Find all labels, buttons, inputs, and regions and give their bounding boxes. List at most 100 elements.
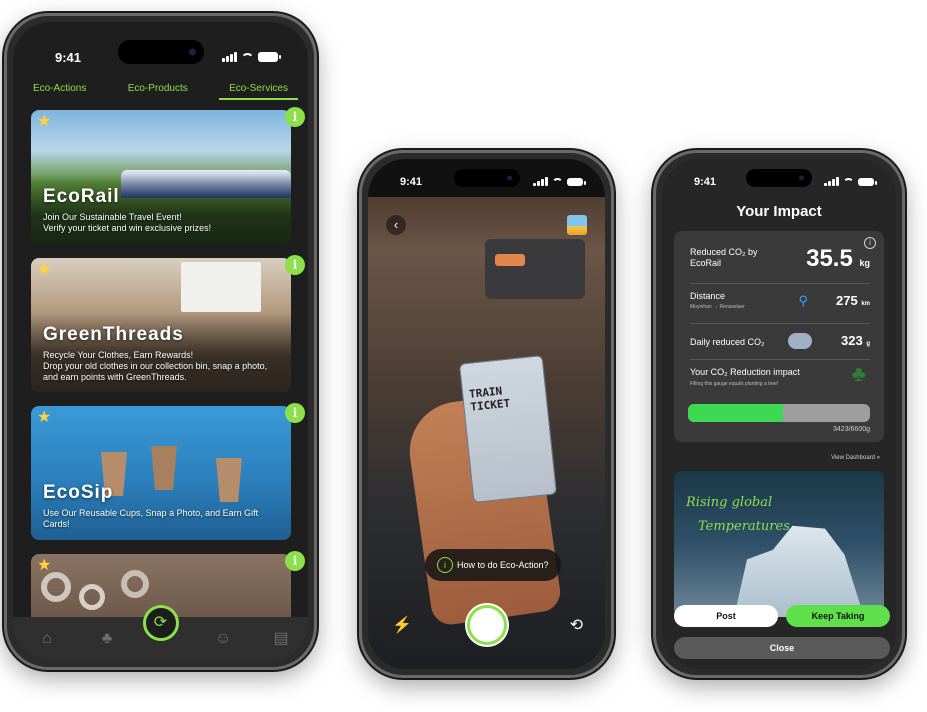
how-to-button[interactable]: i How to do Eco-Action? [425, 549, 561, 581]
card-title: EcoRail [43, 186, 120, 207]
screen: 9:41 Your Impact i Reduced CO₂ by EcoRai… [662, 159, 896, 669]
co2-cloud-icon [788, 333, 812, 349]
view-dashboard-link[interactable]: View Dashboard » [831, 455, 880, 461]
keep-taking-button[interactable]: Keep Taking [786, 605, 890, 627]
gauge-value: 3423/6600g [833, 426, 870, 433]
ticket-text: TRAIN TICKET [468, 384, 511, 414]
favorite-star-icon[interactable]: ★ [37, 558, 53, 574]
switch-camera-icon[interactable]: ⟲ [570, 615, 583, 635]
ring-image [41, 572, 71, 602]
signal-icon [824, 177, 839, 186]
status-icons [222, 52, 281, 62]
info-icon[interactable]: i [285, 255, 305, 275]
signal-icon [533, 177, 548, 186]
ring-image [79, 584, 105, 610]
phone-camera: 9:41 ‹ TRAIN TICKET i How to do Eco-Acti… [359, 150, 614, 678]
distance-unit: km [861, 301, 870, 307]
service-card-ecosip[interactable]: ★ EcoSip Use Our Reusable Cups, Snap a P… [31, 406, 291, 540]
home-icon[interactable]: ⌂ [37, 629, 57, 649]
daily-row: Daily reduced CO₂ 323 g [690, 331, 870, 353]
favorite-star-icon[interactable]: ★ [37, 410, 53, 426]
gallery-icon[interactable] [567, 215, 587, 235]
store-icon[interactable]: ▤ [271, 629, 291, 649]
divider [690, 283, 870, 284]
reduced-value: 35.5 [806, 245, 853, 272]
screen: 9:41 ‹ TRAIN TICKET i How to do Eco-Acti… [368, 159, 605, 669]
card-description: Use Our Reusable Cups, Snap a Photo, and… [43, 508, 259, 529]
climate-image: Rising global Temperatures [674, 471, 884, 617]
tab-eco-products[interactable]: Eco-Products [118, 80, 198, 100]
dynamic-island [746, 169, 812, 187]
tab-bar: Eco-Actions Eco-Products Eco-Services [23, 80, 298, 100]
tree-icon: ♣ [851, 361, 866, 386]
service-card-greenthreads[interactable]: ★ GreenThreads Recycle Your Clothes, Ear… [31, 258, 291, 392]
info-icon[interactable]: i [285, 551, 305, 571]
daily-unit: g [866, 341, 870, 347]
camera-dot [799, 175, 804, 181]
flash-icon[interactable]: ⚡ [392, 615, 412, 635]
phone-impact: 9:41 Your Impact i Reduced CO₂ by EcoRai… [653, 150, 905, 678]
phone-eco-services: 9:41 Eco-Actions Eco-Products Eco-Servic… [4, 13, 317, 670]
favorite-star-icon[interactable]: ★ [37, 262, 53, 278]
how-to-label: How to do Eco-Action? [457, 560, 549, 570]
close-button[interactable]: Close [674, 637, 890, 659]
distance-value: 275 [836, 293, 858, 308]
gauge-subtitle: Filling this gauge equals planting a tre… [690, 381, 779, 387]
map-pin-icon: ⚲ [798, 293, 808, 308]
station-sign [485, 239, 585, 299]
wifi-icon [241, 52, 254, 62]
gauge-label: Your CO₂ Reduction impact [690, 367, 800, 377]
train-ticket-image: TRAIN TICKET [458, 354, 558, 504]
bottom-nav: ⌂ ♣ ⟳ ☺ ▤ [13, 605, 308, 661]
reduced-label: Reduced CO₂ by EcoRail [690, 247, 758, 268]
recycle-icon[interactable]: ⟳ [142, 605, 179, 641]
divider [690, 323, 870, 324]
stage: 9:41 Eco-Actions Eco-Products Eco-Servic… [0, 0, 927, 712]
tab-eco-actions[interactable]: Eco-Actions [23, 80, 96, 100]
status-icons [824, 177, 877, 186]
status-time: 9:41 [400, 176, 423, 188]
info-icon: i [437, 557, 453, 573]
camera-dot [506, 175, 512, 181]
page-title: Your Impact [736, 203, 822, 220]
shutter-button[interactable] [466, 605, 507, 645]
reduced-row: Reduced CO₂ by EcoRail 35.5 kg [690, 245, 870, 277]
status-time: 9:41 [694, 176, 717, 188]
tab-eco-services[interactable]: Eco-Services [219, 80, 298, 100]
service-card-ecorail[interactable]: ★ EcoRail Join Our Sustainable Travel Ev… [31, 110, 291, 244]
signal-icon [222, 52, 237, 62]
cup-image [151, 446, 177, 490]
card-description: Join Our Sustainable Travel Event! Verif… [43, 212, 212, 233]
sign-light [495, 254, 525, 266]
image-caption-line1: Rising global [686, 495, 773, 510]
back-icon[interactable]: ‹ [386, 215, 406, 235]
ring-image [121, 570, 149, 598]
gauge-fill [688, 404, 783, 422]
community-icon[interactable]: ☺ [213, 629, 233, 649]
reduced-unit: kg [859, 258, 870, 268]
distance-row: Distance Moynihan → Rensselaer ⚲ 275 km [690, 291, 870, 317]
battery-icon [567, 177, 586, 186]
info-icon[interactable]: i [285, 403, 305, 423]
status-icons [533, 177, 586, 186]
card-title: GreenThreads [43, 324, 184, 345]
camera-dot [188, 48, 196, 56]
daily-value: 323 [841, 333, 863, 348]
screen: 9:41 Eco-Actions Eco-Products Eco-Servic… [13, 22, 308, 661]
status-time: 9:41 [55, 50, 82, 65]
dynamic-island [453, 169, 520, 187]
co2-gauge [688, 404, 870, 422]
daily-value-group: 323 g [841, 333, 870, 348]
favorite-star-icon[interactable]: ★ [37, 114, 53, 130]
tree-icon[interactable]: ♣ [97, 629, 117, 649]
battery-icon [858, 177, 877, 186]
image-caption-line2: Temperatures [698, 519, 790, 534]
divider [690, 359, 870, 360]
post-button[interactable]: Post [674, 605, 778, 627]
info-icon[interactable]: i [285, 107, 305, 127]
wifi-icon [552, 177, 563, 186]
dynamic-island [117, 40, 204, 64]
window-image [181, 262, 261, 312]
gauge-header: Your CO₂ Reduction impact Filling this g… [690, 363, 870, 395]
wifi-icon [843, 177, 854, 186]
